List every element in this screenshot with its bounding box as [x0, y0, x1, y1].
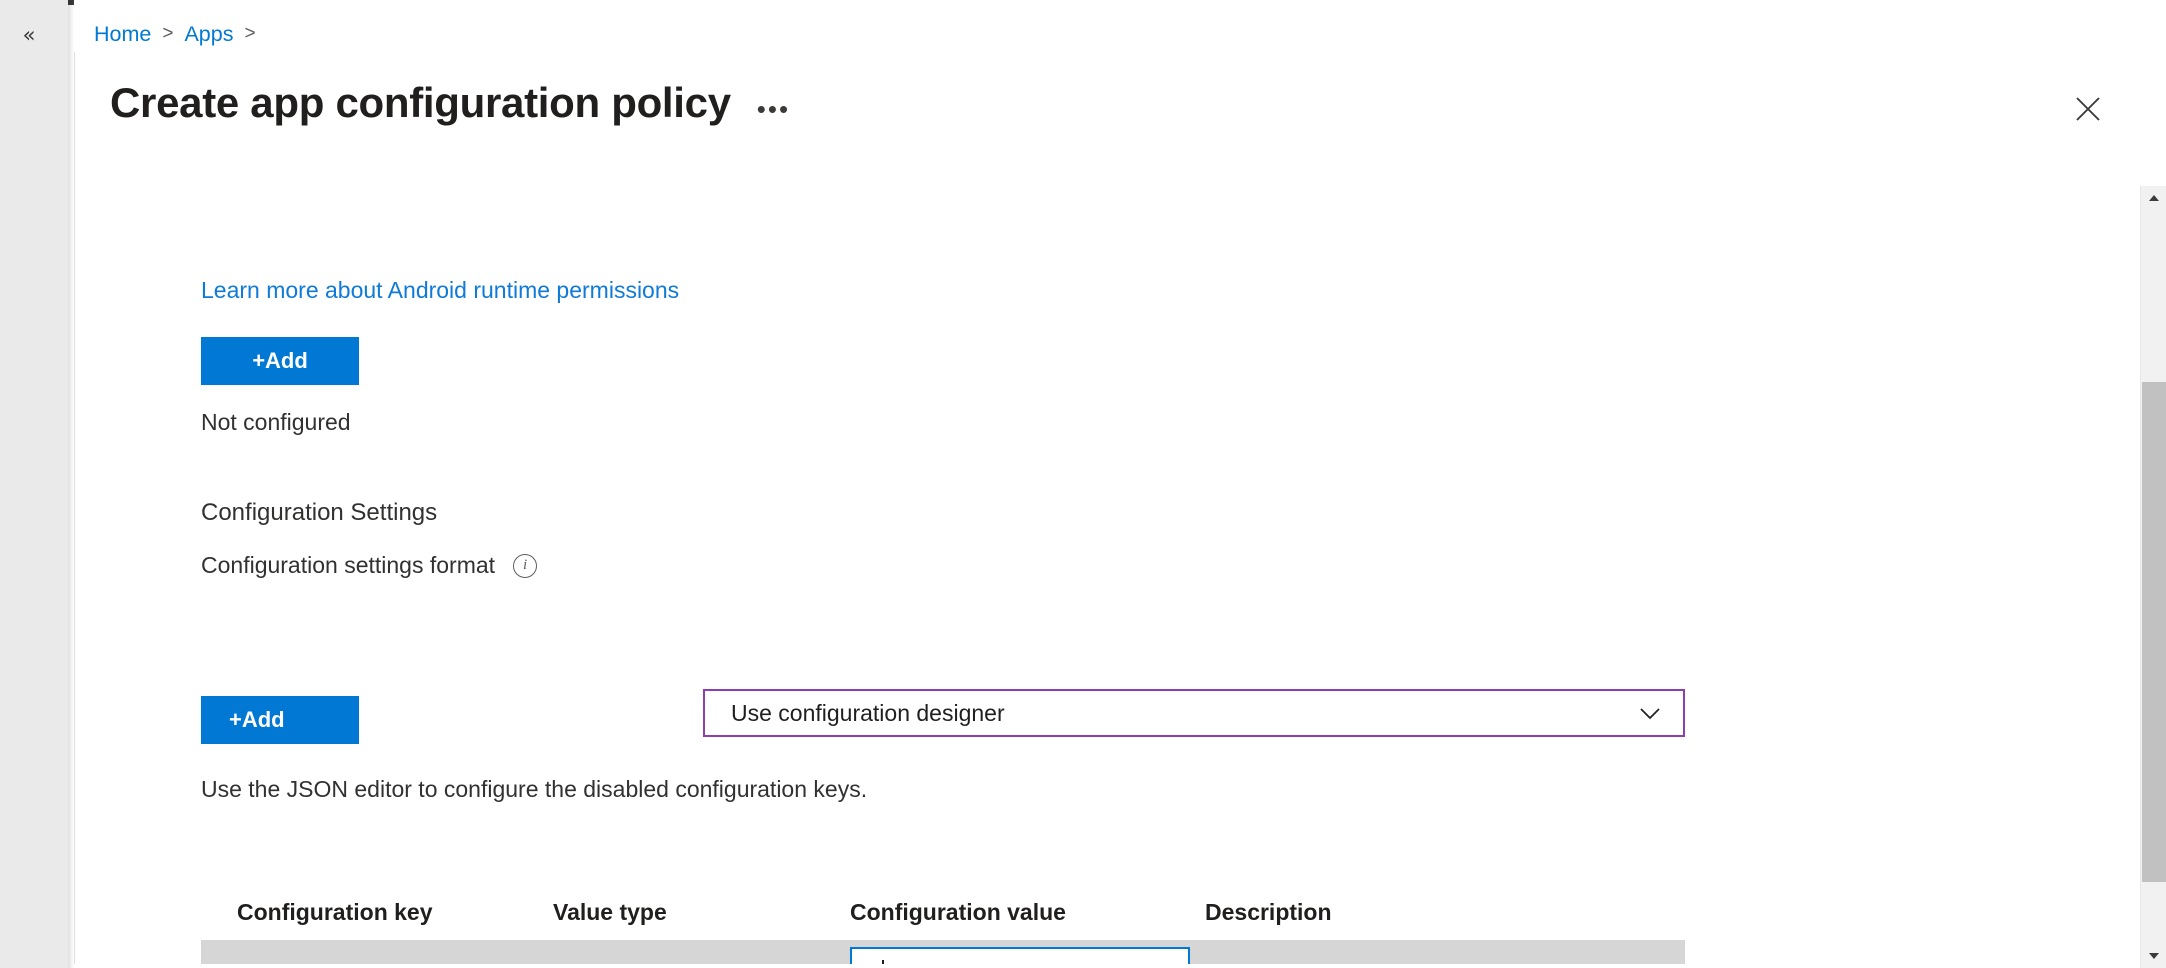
table-header-row: Configuration key Value type Configurati…	[201, 884, 1685, 940]
blade-content: Learn more about Android runtime permiss…	[75, 192, 2125, 968]
learn-more-link[interactable]: Learn more about Android runtime permiss…	[201, 277, 679, 304]
json-editor-hint: Use the JSON editor to configure the dis…	[201, 776, 867, 803]
permissions-status-text: Not configured	[201, 409, 351, 436]
vertical-scrollbar[interactable]	[2140, 186, 2166, 968]
breadcrumb: Home > Apps >	[94, 18, 267, 50]
column-header-configuration-key: Configuration key	[201, 899, 553, 926]
nav-rail: «	[0, 0, 68, 968]
more-options-icon[interactable]: •••	[757, 96, 790, 122]
configuration-format-label-row: Configuration settings format i	[201, 552, 537, 579]
scroll-up-arrow-icon[interactable]	[2141, 186, 2166, 210]
configuration-format-value: Use configuration designer	[731, 700, 1637, 727]
title-row: Create app configuration policy •••	[110, 80, 790, 126]
breadcrumb-separator: >	[162, 23, 173, 45]
chevron-double-left-icon[interactable]: «	[12, 18, 46, 52]
breadcrumb-item-home[interactable]: Home	[94, 22, 151, 47]
close-button[interactable]	[2065, 86, 2111, 132]
column-header-description: Description	[1205, 899, 1685, 926]
scroll-down-arrow-icon[interactable]	[2141, 944, 2166, 968]
chevron-down-icon	[1637, 700, 1663, 726]
info-icon[interactable]: i	[513, 554, 537, 578]
configuration-settings-table: Configuration key Value type Configurati…	[201, 884, 1685, 968]
blade-panel: Create app configuration policy ••• Lear…	[74, 52, 2166, 968]
configuration-settings-heading: Configuration Settings	[201, 499, 437, 527]
scrollbar-thumb[interactable]	[2142, 382, 2166, 882]
configuration-format-label: Configuration settings format	[201, 552, 495, 579]
blade: Home > Apps > Create app configuration p…	[74, 0, 2166, 968]
column-header-configuration-value: Configuration value	[850, 899, 1205, 926]
app-window: « Home > Apps > Create app configuration…	[0, 0, 2166, 968]
add-configuration-key-button[interactable]: +Add	[201, 696, 359, 744]
add-permission-button[interactable]: +Add	[201, 337, 359, 385]
bottom-edge	[74, 964, 2140, 968]
breadcrumb-item-apps[interactable]: Apps	[184, 22, 233, 47]
breadcrumb-separator: >	[244, 23, 255, 45]
page-title: Create app configuration policy	[110, 80, 731, 126]
configuration-format-dropdown[interactable]: Use configuration designer	[703, 689, 1685, 737]
column-header-value-type: Value type	[553, 899, 850, 926]
